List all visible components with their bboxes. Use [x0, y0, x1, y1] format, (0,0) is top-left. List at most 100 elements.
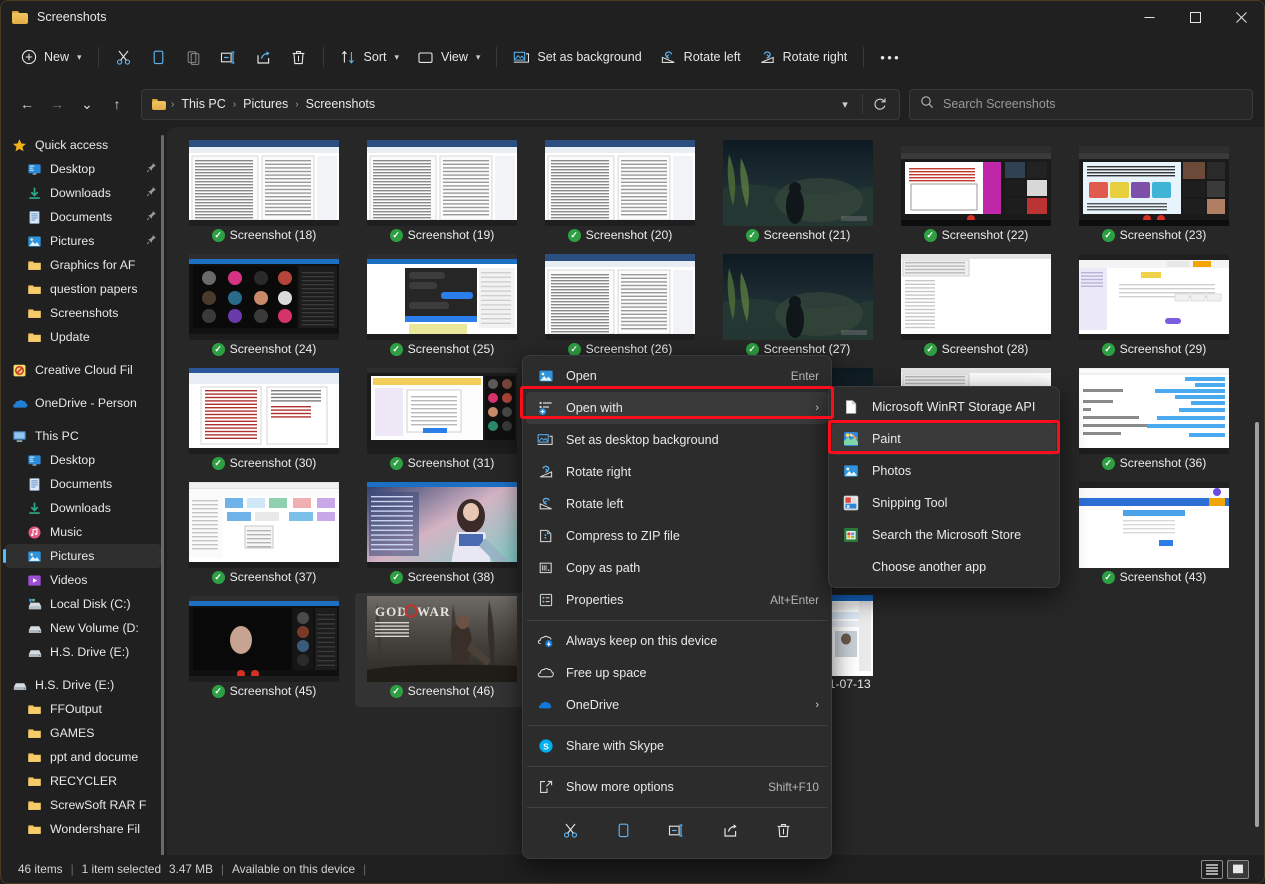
file-tile[interactable]: ✓ Screenshot (20): [533, 137, 707, 251]
share-button[interactable]: [714, 818, 746, 848]
cut-button[interactable]: [106, 41, 141, 73]
sidebar-item-h-s-drive-e[interactable]: H.S. Drive (E:): [5, 640, 161, 664]
pin-icon[interactable]: [146, 210, 157, 224]
context-menu-item-set-as-desktop-background[interactable]: Set as desktop background: [526, 424, 828, 456]
sidebar-item-ppt-and-docume[interactable]: ppt and docume: [5, 745, 161, 769]
sidebar-item-screwsoft-rar-f[interactable]: ScrewSoft RAR F: [5, 793, 161, 817]
sidebar-item-screenshots[interactable]: Screenshots: [5, 301, 161, 325]
sidebar-item-ffoutput[interactable]: FFOutput: [5, 697, 161, 721]
file-tile[interactable]: ✓ Screenshot (21): [711, 137, 885, 251]
sidebar-item-update[interactable]: Update: [5, 325, 161, 349]
submenu-item-snipping-tool[interactable]: Snipping Tool: [832, 487, 1056, 519]
file-tile[interactable]: GOD WAR ✓ Screenshot (46): [355, 593, 529, 707]
submenu-item-microsoft-winrt-storage-api[interactable]: Microsoft WinRT Storage API: [832, 391, 1056, 423]
pin-icon[interactable]: [146, 234, 157, 248]
file-tile[interactable]: ✓ Screenshot (23): [1067, 137, 1241, 251]
sidebar-item-pictures[interactable]: Pictures: [3, 544, 161, 568]
file-tile[interactable]: ✓ Screenshot (22): [889, 137, 1063, 251]
rotate-left-button[interactable]: Rotate left: [651, 41, 750, 73]
context-menu-item-compress-to-zip-file[interactable]: Compress to ZIP file: [526, 520, 828, 552]
rotate-right-button[interactable]: Rotate right: [750, 41, 857, 73]
sidebar-item-this-pc[interactable]: This PC: [5, 424, 161, 448]
file-tile[interactable]: ✓ Screenshot (29): [1067, 251, 1241, 365]
file-tile[interactable]: ✓ Screenshot (18): [177, 137, 351, 251]
breadcrumb-this-pc[interactable]: This PC: [175, 95, 231, 113]
pin-icon[interactable]: [146, 162, 157, 176]
sidebar-item-downloads[interactable]: Downloads: [5, 496, 161, 520]
delete-button[interactable]: [767, 818, 799, 848]
file-tile[interactable]: ✓ Screenshot (19): [355, 137, 529, 251]
sidebar-item-documents[interactable]: Documents: [5, 472, 161, 496]
submenu-item-search-the-microsoft-store[interactable]: Search the Microsoft Store: [832, 519, 1056, 551]
file-tile[interactable]: ✓ Screenshot (26): [533, 251, 707, 365]
file-grid-scrollbar[interactable]: [1255, 422, 1259, 827]
submenu-item-paint[interactable]: Paint: [832, 423, 1056, 455]
new-button[interactable]: New ▾: [11, 41, 91, 73]
sidebar-item-games[interactable]: GAMES: [5, 721, 161, 745]
file-tile[interactable]: ✓ Screenshot (45): [177, 593, 351, 707]
rename-button[interactable]: [211, 41, 246, 73]
minimize-button[interactable]: [1126, 1, 1172, 33]
address-dropdown-icon[interactable]: ▾: [832, 91, 858, 117]
forward-button[interactable]: →: [42, 89, 72, 119]
file-tile[interactable]: ✓ Screenshot (30): [177, 365, 351, 479]
file-tile[interactable]: ✓ Screenshot (43): [1067, 479, 1241, 593]
sidebar-item-quick-access[interactable]: Quick access: [5, 133, 161, 157]
breadcrumb-bar[interactable]: › This PC › Pictures › Screenshots ▾: [141, 88, 900, 120]
set-as-background-button[interactable]: Set as background: [504, 41, 650, 73]
up-button[interactable]: ↑: [102, 89, 132, 119]
sidebar-item-wondershare-fil[interactable]: Wondershare Fil: [5, 817, 161, 841]
share-button[interactable]: [246, 41, 281, 73]
context-menu-item-show-more-options[interactable]: Show more options Shift+F10: [526, 771, 828, 803]
sidebar-item-music[interactable]: Music: [5, 520, 161, 544]
sidebar-item-documents[interactable]: Documents: [5, 205, 161, 229]
copy-button[interactable]: [608, 818, 640, 848]
cut-button[interactable]: [555, 818, 587, 848]
close-button[interactable]: [1218, 1, 1264, 33]
sidebar-item-graphics-for-af[interactable]: Graphics for AF: [5, 253, 161, 277]
sort-button[interactable]: Sort ▾: [331, 41, 408, 73]
delete-button[interactable]: [281, 41, 316, 73]
paste-button[interactable]: [176, 41, 211, 73]
refresh-icon[interactable]: [867, 91, 893, 117]
sidebar-item-creative-cloud-fil[interactable]: Creative Cloud Fil: [5, 358, 161, 382]
file-tile[interactable]: ✓ Screenshot (38): [355, 479, 529, 593]
sidebar-item-videos[interactable]: Videos: [5, 568, 161, 592]
context-menu-item-copy-as-path[interactable]: Copy as path: [526, 552, 828, 584]
sidebar-item-desktop[interactable]: Desktop: [5, 157, 161, 181]
pin-icon[interactable]: [146, 186, 157, 200]
search-box[interactable]: [909, 88, 1253, 120]
file-tile[interactable]: ✓ Screenshot (24): [177, 251, 351, 365]
context-menu-item-onedrive[interactable]: OneDrive ›: [526, 689, 828, 721]
context-menu-item-free-up-space[interactable]: Free up space: [526, 657, 828, 689]
context-menu-item-properties[interactable]: Properties Alt+Enter: [526, 584, 828, 616]
search-input[interactable]: [943, 97, 1242, 111]
sidebar-scrollbar[interactable]: [161, 135, 164, 855]
submenu-item-photos[interactable]: Photos: [832, 455, 1056, 487]
view-button[interactable]: View ▾: [408, 41, 489, 73]
sidebar-item-downloads[interactable]: Downloads: [5, 181, 161, 205]
sidebar-item-h-s-drive-e[interactable]: H.S. Drive (E:): [5, 673, 161, 697]
context-menu-item-rotate-left[interactable]: Rotate left: [526, 488, 828, 520]
large-icons-view-icon[interactable]: [1227, 859, 1249, 879]
context-menu-item-rotate-right[interactable]: Rotate right: [526, 456, 828, 488]
sidebar-item-pictures[interactable]: Pictures: [5, 229, 161, 253]
back-button[interactable]: ←: [12, 89, 42, 119]
maximize-button[interactable]: [1172, 1, 1218, 33]
sidebar-item-local-disk-c[interactable]: Local Disk (C:): [5, 592, 161, 616]
context-menu-item-always-keep-on-this-device[interactable]: Always keep on this device: [526, 625, 828, 657]
file-tile[interactable]: ✓ Screenshot (31): [355, 365, 529, 479]
file-tile[interactable]: ✓ Screenshot (36): [1067, 365, 1241, 479]
file-tile[interactable]: ✓ Screenshot (28): [889, 251, 1063, 365]
sidebar-item-question-papers[interactable]: question papers: [5, 277, 161, 301]
copy-button[interactable]: [141, 41, 176, 73]
details-view-icon[interactable]: [1201, 859, 1223, 879]
recent-locations-button[interactable]: ⌄: [72, 89, 102, 119]
rename-button[interactable]: [661, 818, 693, 848]
breadcrumb-pictures[interactable]: Pictures: [237, 95, 294, 113]
context-menu-item-open-with[interactable]: Open with ›: [526, 392, 828, 424]
sidebar-item-new-volume-d[interactable]: New Volume (D:: [5, 616, 161, 640]
sidebar-item-desktop[interactable]: Desktop: [5, 448, 161, 472]
file-tile[interactable]: ✓ Screenshot (37): [177, 479, 351, 593]
more-options-button[interactable]: •••: [871, 41, 910, 73]
